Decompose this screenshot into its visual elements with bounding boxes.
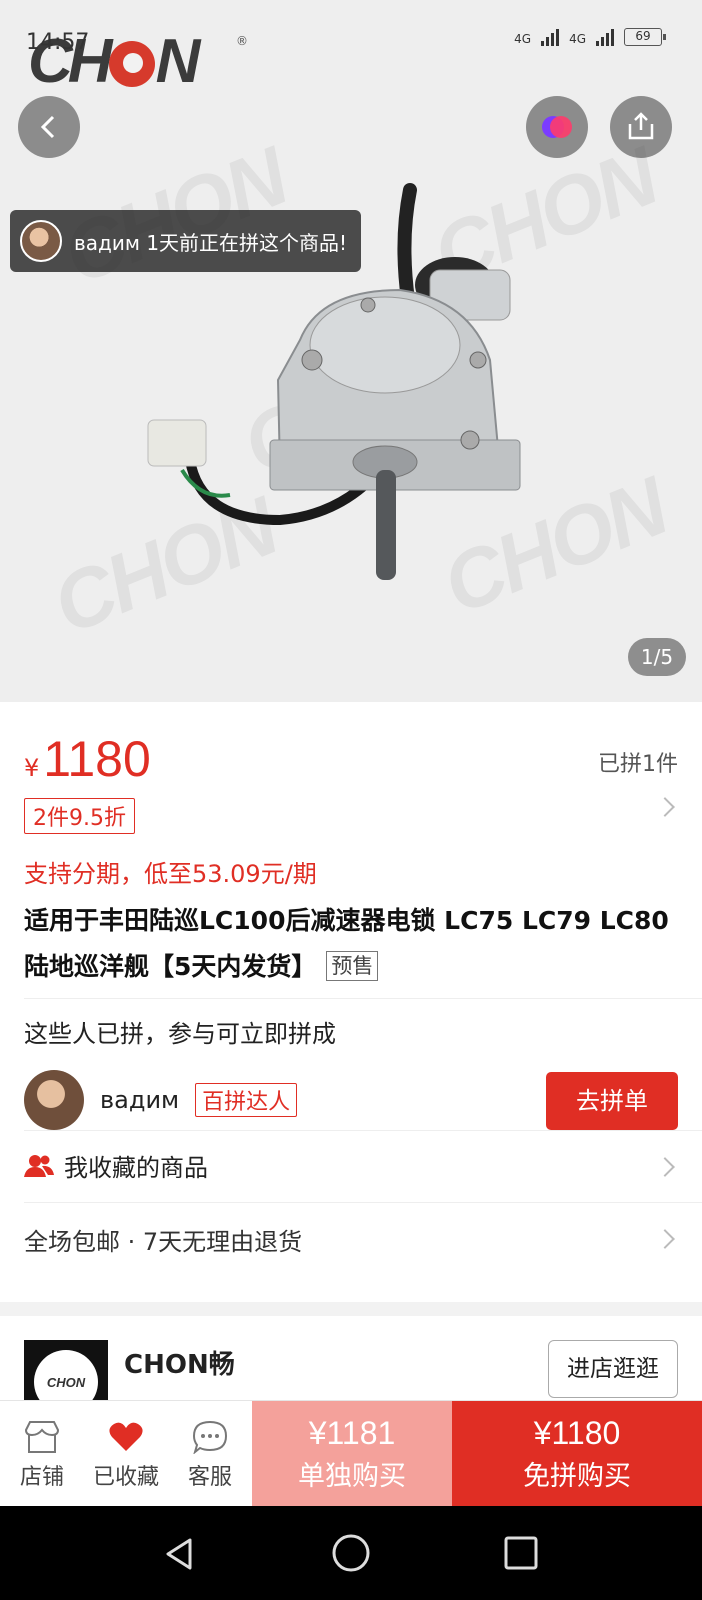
price-value: 1180 [43, 731, 151, 787]
nav-recents-icon[interactable] [502, 1534, 540, 1572]
signal-icon [596, 29, 614, 46]
group-heading: 这些人已拼，参与可立即拼成 [24, 1020, 336, 1048]
recent-buyer-text: вадим 1天前正在拼这个商品! [74, 230, 348, 255]
service-label: 客服 [187, 1465, 232, 1490]
image-pager: 1/5 [628, 638, 686, 676]
presale-tag: 预售 [326, 951, 379, 981]
bottom-action-bar: 店铺 已收藏 客服 ¥1181 单独购买 ¥1180 免拼购买 [0, 1400, 702, 1507]
shop-label: 店铺 [19, 1465, 64, 1490]
network-label: 4G [514, 32, 532, 46]
share-button[interactable] [610, 96, 672, 158]
shop-tab[interactable]: 店铺 [0, 1417, 84, 1491]
favorites-row[interactable]: 我收藏的商品 [24, 1148, 208, 1183]
network-label: 4G [569, 32, 586, 46]
chevron-left-icon [40, 115, 55, 139]
system-navigation-bar [0, 1506, 702, 1600]
shipping-policy[interactable]: 全场包邮 · 7天无理由退货 [24, 1222, 302, 1257]
installment-info[interactable]: 支持分期，低至53.09元/期 [24, 854, 317, 889]
sold-count: 已拼1件 [598, 752, 678, 777]
signal-icon [541, 29, 560, 46]
store-name[interactable]: CHON畅 [124, 1344, 235, 1381]
divider [24, 1130, 702, 1131]
group-price: ¥1180 [533, 1415, 621, 1451]
app-logo-icon [542, 116, 572, 138]
store-card: CHON CHON畅 进店逛逛 [0, 1316, 702, 1424]
single-label: 单独购买 [298, 1461, 406, 1492]
chat-icon [192, 1420, 228, 1454]
product-info-card: ¥ 1180 已拼1件 2件9.5折 支持分期，低至53.09元/期 适用于丰田… [0, 702, 702, 1302]
status-icons: 4G 4G 69 [514, 28, 666, 46]
group-member-row: вадим 百拼达人 [24, 1070, 298, 1130]
visit-store-button[interactable]: 进店逛逛 [548, 1340, 678, 1398]
member-name: вадим [100, 1086, 180, 1114]
battery-icon: 69 [624, 28, 666, 46]
heart-icon [109, 1422, 143, 1451]
nav-back-icon[interactable] [160, 1534, 200, 1574]
registered-mark: ® [236, 34, 248, 48]
status-time: 14:57 [26, 30, 90, 55]
shop-icon [24, 1421, 60, 1453]
service-tab[interactable]: 客服 [168, 1417, 252, 1491]
favorite-label: 已收藏 [92, 1465, 159, 1490]
currency-symbol: ¥ [24, 754, 40, 782]
favorite-tab[interactable]: 已收藏 [84, 1417, 168, 1491]
divider [24, 1202, 702, 1203]
join-group-button[interactable]: 去拼单 [546, 1072, 678, 1130]
chevron-right-icon[interactable] [655, 797, 675, 817]
nav-home-icon[interactable] [330, 1532, 372, 1574]
app-menu-button[interactable] [526, 96, 588, 158]
chevron-right-icon[interactable] [655, 1229, 675, 1249]
share-icon [628, 112, 654, 140]
discount-tag[interactable]: 2件9.5折 [24, 798, 135, 834]
favorites-label: 我收藏的商品 [64, 1154, 208, 1182]
member-badge: 百拼达人 [195, 1083, 298, 1117]
product-photo [147, 183, 521, 580]
chevron-right-icon[interactable] [655, 1157, 675, 1177]
product-title: 适用于丰田陆巡LC100后减速器电锁 LC75 LC79 LC80 陆地巡洋舰【… [24, 898, 674, 990]
group-label: 免拼购买 [523, 1461, 631, 1492]
avatar [24, 1070, 84, 1130]
buy-group-button[interactable]: ¥1180 免拼购买 [452, 1401, 702, 1507]
product-image-gallery[interactable]: CHON CHON CHON CHON CHON CHN ® 14:57 4G … [0, 0, 702, 702]
price: ¥ 1180 [24, 730, 151, 788]
divider [24, 998, 702, 999]
recent-buyer-notice: вадим 1天前正在拼这个商品! [10, 210, 362, 272]
avatar [20, 220, 62, 262]
users-icon [24, 1154, 54, 1177]
back-button[interactable] [18, 96, 80, 158]
single-price: ¥1181 [308, 1415, 396, 1451]
buy-single-button[interactable]: ¥1181 单独购买 [252, 1401, 452, 1507]
